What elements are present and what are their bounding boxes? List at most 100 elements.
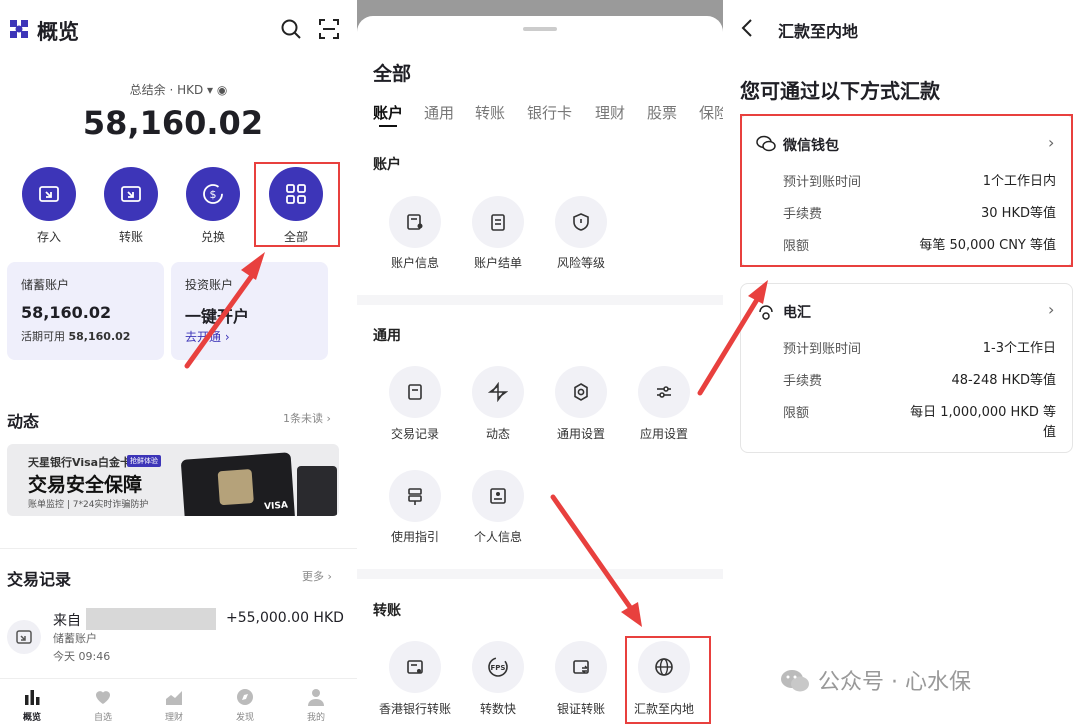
svg-text:$: $	[210, 188, 217, 201]
remit-mainland-screen: 汇款至内地 您可通过以下方式汇款 微信钱包 › 预计到账时间 1个工作日内 手续…	[723, 0, 1080, 726]
transaction-account: 储蓄账户	[53, 632, 97, 645]
bank-securities-button[interactable]	[555, 641, 607, 693]
transaction-row[interactable]: 来自 +55,000.00 HKD 储蓄账户 今天 09:46	[0, 600, 357, 666]
id-card-icon	[490, 488, 506, 504]
wire-limit-value: 每日 1,000,000 HKD 等	[910, 405, 1056, 420]
tab-bank-card[interactable]: 银行卡	[527, 102, 572, 123]
wechat-logo-icon	[781, 670, 809, 692]
tx-record-button[interactable]	[389, 366, 441, 418]
bar-chart-icon	[25, 690, 40, 705]
user-guide-button[interactable]	[389, 470, 441, 522]
sheet-title: 全部	[373, 63, 412, 85]
more-link[interactable]: 更多 ›	[302, 568, 332, 584]
chevron-right-icon: ›	[1048, 300, 1055, 319]
nav-discover[interactable]: 发现	[219, 683, 271, 723]
personal-info-button[interactable]	[472, 470, 524, 522]
dynamics-button[interactable]	[472, 366, 524, 418]
compass-icon	[237, 689, 253, 705]
available-value: 58,160.02	[68, 330, 131, 343]
statement-button[interactable]	[472, 196, 524, 248]
scan-icon[interactable]	[318, 18, 340, 40]
nav-me[interactable]: 我的	[290, 683, 342, 723]
dynamics-title: 动态	[7, 412, 40, 431]
wire-eta-label: 预计到账时间	[783, 342, 862, 357]
wire-limit-label: 限额	[783, 406, 810, 421]
document-icon	[408, 384, 422, 400]
tab-stocks[interactable]: 股票	[647, 102, 677, 123]
wire-transfer-icon	[759, 305, 773, 320]
app-settings-button[interactable]	[638, 366, 690, 418]
bottom-sheet: 全部 账户 通用 转账 银行卡 理财 股票 保险 账户 账户信息 账户结单 风险…	[357, 16, 723, 726]
category-tabs: 账户 通用 转账 银行卡 理财 股票 保险	[373, 102, 723, 132]
risk-level-button[interactable]	[555, 196, 607, 248]
section-transfer-title: 转账	[373, 603, 401, 619]
tab-insurance[interactable]: 保险	[699, 102, 723, 123]
highlight-box	[254, 162, 340, 247]
nav-wealth-label: 理财	[164, 713, 183, 723]
tab-transfer[interactable]: 转账	[475, 102, 505, 123]
page-title: 概览	[37, 20, 79, 44]
eye-icon[interactable]: ◉	[217, 83, 227, 97]
signpost-icon	[408, 488, 422, 505]
promo-banner[interactable]: 天星银行Visa白金卡 抢鲜体验 交易安全保障 账单监控 | 7*24实时诈骗防…	[7, 444, 339, 516]
all-functions-screen: 全部 账户 通用 转账 银行卡 理财 股票 保险 账户 账户信息 账户结单 风险…	[357, 0, 723, 726]
tab-general[interactable]: 通用	[424, 102, 454, 123]
highlight-box	[625, 636, 711, 724]
back-arrow-icon[interactable]	[740, 17, 754, 39]
tab-account[interactable]: 账户	[373, 102, 403, 123]
account-info-button[interactable]	[389, 196, 441, 248]
wire-title: 电汇	[783, 305, 811, 321]
transaction-amount: +55,000.00 HKD	[226, 610, 344, 626]
gear-icon	[574, 383, 588, 401]
investment-account-card[interactable]: 投资账户 一键开户 去开通 ›	[171, 262, 328, 360]
watermark-text: 公众号 · 心水保	[818, 670, 971, 695]
total-balance: 58,160.02	[82, 104, 264, 142]
app-settings-label: 应用设置	[639, 427, 688, 441]
banner-line1: 天星银行Visa白金卡	[28, 456, 132, 469]
bank-transfer-icon	[407, 660, 423, 674]
app-logo-icon	[10, 20, 28, 38]
open-account-link[interactable]: 去开通 ›	[185, 328, 230, 345]
available-label: 活期可用	[21, 330, 65, 343]
wire-transfer-card[interactable]: 电汇 › 预计到账时间 1-3个工作日 手续费 48-248 HKD等值 限额 …	[740, 283, 1073, 453]
savings-account-card[interactable]: 储蓄账户 58,160.02 活期可用 58,160.02	[7, 262, 164, 360]
sliders-icon	[657, 386, 671, 398]
nav-me-label: 我的	[306, 713, 325, 723]
deposit-label: 存入	[36, 230, 61, 244]
transaction-icon	[7, 620, 41, 654]
balance-label[interactable]: 总结余 · HKD ▾ ◉	[0, 81, 357, 98]
statement-icon	[491, 214, 505, 231]
exchange-button[interactable]: $	[186, 167, 240, 221]
search-icon[interactable]	[280, 18, 302, 40]
trend-icon	[166, 691, 182, 705]
wire-fee-label: 手续费	[783, 374, 823, 389]
transfer-label: 转账	[118, 230, 143, 244]
fps-button[interactable]: FPS	[472, 641, 524, 693]
banner-subline: 账单监控 | 7*24实时诈骗防护	[28, 500, 149, 510]
card-brand: VISA	[263, 500, 289, 513]
user-icon	[308, 689, 324, 706]
account-info-label: 账户信息	[390, 256, 439, 270]
transfer-icon	[121, 186, 141, 202]
tab-wealth[interactable]: 理财	[595, 102, 625, 123]
statement-label: 账户结单	[473, 256, 522, 270]
nav-watchlist[interactable]: 自选	[77, 683, 129, 723]
transaction-from: 来自	[53, 613, 81, 629]
wire-fee-value: 48-248 HKD等值	[951, 373, 1057, 388]
deposit-icon	[39, 186, 59, 202]
dynamics-unread-link[interactable]: 1条未读 ›	[283, 410, 331, 426]
deposit-button[interactable]	[22, 167, 76, 221]
nav-wealth[interactable]: 理财	[148, 683, 200, 723]
risk-level-label: 风险等级	[556, 256, 605, 270]
general-settings-button[interactable]	[555, 366, 607, 418]
account-info-icon	[407, 214, 423, 230]
drag-handle[interactable]	[523, 27, 557, 31]
hk-bank-transfer-button[interactable]	[389, 641, 441, 693]
nav-overview[interactable]: 概览	[6, 683, 58, 723]
savings-amount: 58,160.02	[21, 303, 112, 322]
transfer-button[interactable]	[104, 167, 158, 221]
wire-eta-value: 1-3个工作日	[982, 341, 1056, 356]
bank-securities-icon	[573, 660, 589, 674]
nav-overview-label: 概览	[22, 713, 41, 723]
nav-watchlist-label: 自选	[93, 713, 112, 723]
